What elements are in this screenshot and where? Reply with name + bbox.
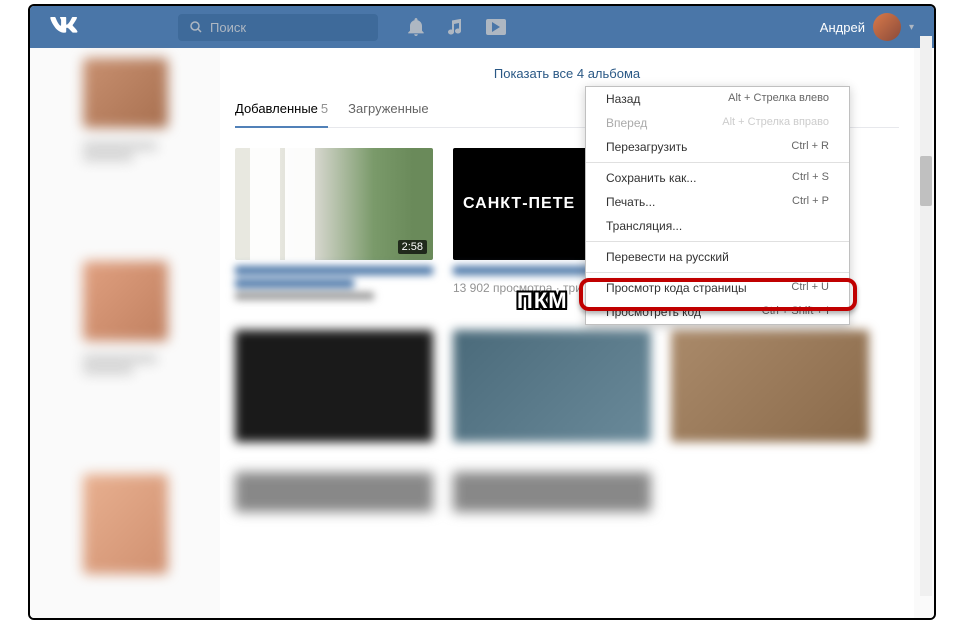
- header-bar: Поиск Андрей ▾: [30, 6, 934, 48]
- menu-cast[interactable]: Трансляция...: [586, 214, 849, 238]
- menu-print[interactable]: Печать...Ctrl + P: [586, 190, 849, 214]
- sidebar: [30, 48, 210, 618]
- scrollbar-thumb[interactable]: [920, 156, 932, 206]
- username: Андрей: [820, 20, 865, 35]
- video-thumbnail: 2:58: [235, 148, 433, 260]
- menu-reload[interactable]: ПерезагрузитьCtrl + R: [586, 135, 849, 159]
- avatar: [873, 13, 901, 41]
- menu-back[interactable]: НазадAlt + Стрелка влево: [586, 87, 849, 111]
- user-menu[interactable]: Андрей ▾: [820, 13, 914, 41]
- scrollbar-track: [920, 36, 932, 596]
- menu-forward: ВпередAlt + Стрелка вправо: [586, 111, 849, 135]
- tab-added[interactable]: Добавленные5: [235, 101, 328, 128]
- menu-save-as[interactable]: Сохранить как...Ctrl + S: [586, 166, 849, 190]
- pkm-label: ПКМ: [517, 288, 568, 314]
- highlight-annotation: [579, 278, 857, 311]
- video-card[interactable]: 2:58: [235, 148, 433, 300]
- chevron-down-icon: ▾: [909, 22, 914, 33]
- search-placeholder: Поиск: [210, 20, 246, 35]
- search-input[interactable]: Поиск: [178, 14, 378, 41]
- video-duration: 2:58: [398, 240, 427, 254]
- bell-icon[interactable]: [408, 18, 424, 36]
- vk-logo[interactable]: [50, 17, 78, 38]
- video-icon[interactable]: [486, 19, 506, 35]
- music-icon[interactable]: [448, 19, 462, 35]
- menu-translate[interactable]: Перевести на русский: [586, 245, 849, 269]
- search-icon: [190, 21, 202, 33]
- tab-uploaded[interactable]: Загруженные: [348, 101, 428, 117]
